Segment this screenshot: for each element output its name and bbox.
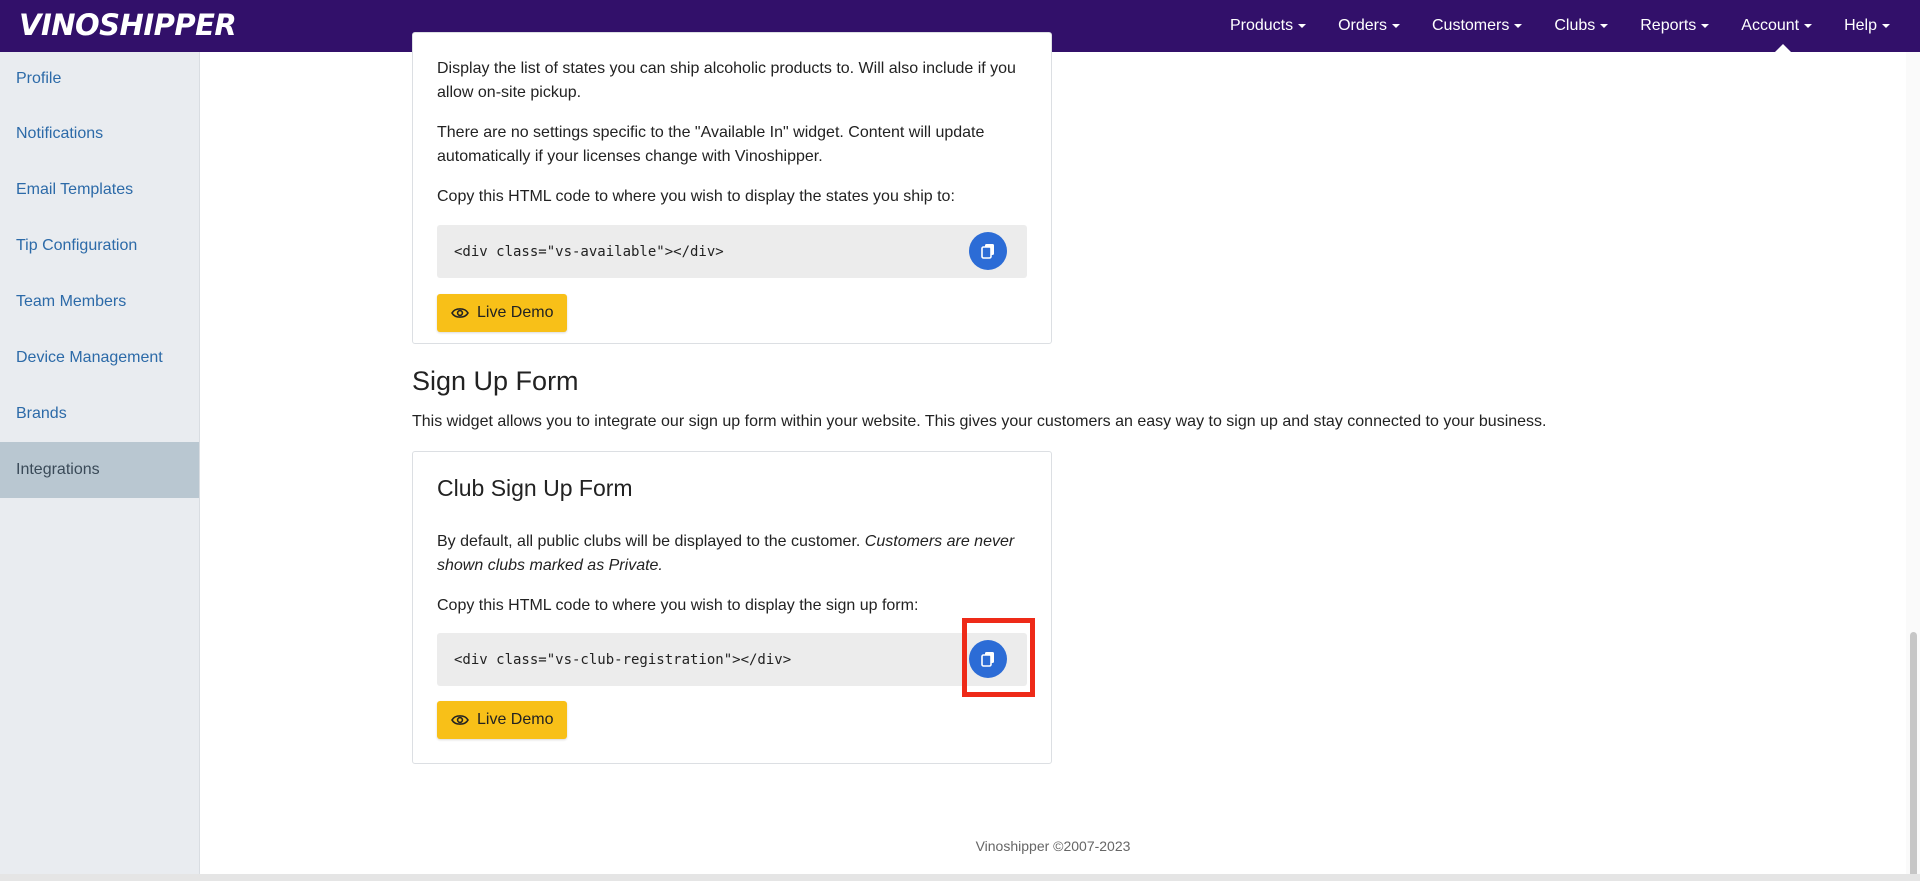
sidebar-item-brands[interactable]: Brands: [0, 386, 199, 442]
sidebar-item-profile[interactable]: Profile: [0, 52, 199, 106]
vinoshipper-logo[interactable]: VINOSHIPPER: [19, 8, 237, 42]
nav-account-label: Account: [1741, 17, 1800, 34]
caret-down-icon: [1514, 24, 1523, 28]
available-settings-text: There are no settings specific to the "A…: [437, 124, 985, 165]
nav-account[interactable]: Account: [1741, 0, 1813, 52]
available-in-card: Display the list of states you can ship …: [412, 32, 1052, 344]
copy-icon: [981, 244, 994, 259]
main-content: Display the list of states you can ship …: [200, 32, 1906, 874]
account-sidebar: Profile Notifications Email Templates Ti…: [0, 52, 200, 874]
live-demo-label: Live Demo: [477, 304, 554, 321]
nav-orders[interactable]: Orders: [1338, 0, 1400, 52]
signup-section-title: Sign Up Form: [412, 366, 579, 396]
scrollbar-thumb[interactable]: [1910, 632, 1917, 881]
eye-icon: [451, 308, 469, 318]
caret-down-icon: [1298, 24, 1307, 28]
nav-orders-label: Orders: [1338, 17, 1387, 34]
available-code-snippet[interactable]: <div class="vs-available"></div>: [437, 225, 1027, 278]
club-signup-card-title: Club Sign Up Form: [437, 475, 633, 501]
sidebar-item-integrations[interactable]: Integrations: [0, 442, 199, 498]
vertical-scrollbar[interactable]: [1906, 52, 1920, 881]
caret-down-icon: [1882, 24, 1890, 28]
sidebar-item-email-templates[interactable]: Email Templates: [0, 162, 199, 218]
eye-icon: [451, 715, 469, 725]
nav-help[interactable]: Help: [1844, 0, 1890, 52]
nav-clubs[interactable]: Clubs: [1554, 0, 1609, 52]
copy-button-highlight: [962, 618, 1035, 697]
caret-down-icon: [1701, 24, 1710, 28]
club-code-text: <div class="vs-club-registration"></div>: [454, 651, 792, 668]
sidebar-item-device-management[interactable]: Device Management: [0, 330, 199, 386]
live-demo-label: Live Demo: [477, 711, 554, 728]
nav-reports-label: Reports: [1640, 17, 1697, 34]
club-code-snippet[interactable]: <div class="vs-club-registration"></div>: [437, 633, 1027, 686]
nav-products-label: Products: [1229, 17, 1294, 34]
nav-products[interactable]: Products: [1229, 0, 1307, 52]
club-default-text: By default, all public clubs will be dis…: [437, 533, 861, 550]
sidebar-item-notifications[interactable]: Notifications: [0, 106, 199, 162]
nav-reports[interactable]: Reports: [1640, 0, 1710, 52]
nav-customers[interactable]: Customers: [1431, 0, 1523, 52]
club-live-demo-button[interactable]: Live Demo: [437, 701, 568, 739]
copy-available-code-button[interactable]: [969, 232, 1007, 270]
nav-help-label: Help: [1844, 17, 1877, 34]
nav-customers-label: Customers: [1431, 17, 1510, 34]
signup-section-description: This widget allows you to integrate our …: [412, 413, 1547, 430]
caret-down-icon: [1391, 24, 1400, 28]
available-live-demo-button[interactable]: Live Demo: [437, 294, 568, 332]
page-footer: Vinoshipper ©2007-2023: [975, 838, 1131, 854]
nav-clubs-label: Clubs: [1554, 17, 1596, 34]
main-nav: Products Orders Customers Clubs Reports …: [1198, 0, 1890, 52]
available-copy-instruction: Copy this HTML code to where you wish to…: [437, 188, 955, 205]
available-code-text: <div class="vs-available"></div>: [454, 243, 724, 260]
club-copy-instruction: Copy this HTML code to where you wish to…: [437, 597, 919, 614]
sidebar-item-team-members[interactable]: Team Members: [0, 274, 199, 330]
caret-down-icon: [1600, 24, 1609, 28]
caret-down-icon: [1804, 24, 1813, 28]
available-intro-text: Display the list of states you can ship …: [437, 60, 1016, 101]
club-signup-card: Club Sign Up Form By default, all public…: [412, 451, 1052, 764]
club-signup-default-text: By default, all public clubs will be dis…: [437, 530, 1027, 578]
sidebar-item-tip-configuration[interactable]: Tip Configuration: [0, 218, 199, 274]
horizontal-scrollbar[interactable]: [0, 874, 1920, 881]
